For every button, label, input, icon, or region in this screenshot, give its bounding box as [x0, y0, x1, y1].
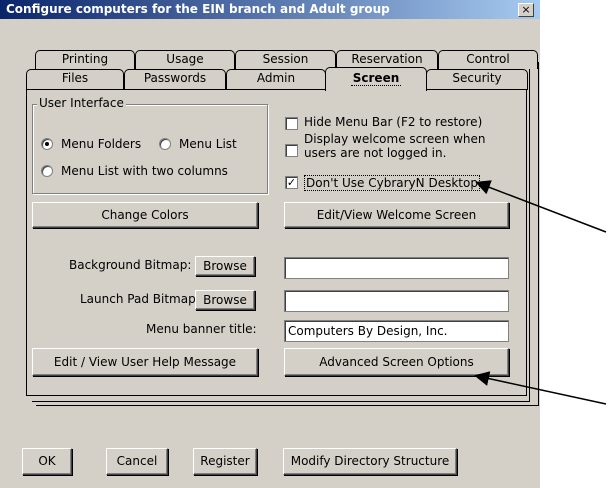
window-title: Configure computers for the EIN branch a… — [0, 0, 540, 19]
edit-user-help-button[interactable]: Edit / View User Help Message — [32, 348, 258, 376]
display-welcome-checkbox[interactable] — [285, 144, 298, 157]
menu-list-label[interactable]: Menu List — [179, 137, 237, 151]
menu-folders-label[interactable]: Menu Folders — [61, 137, 141, 151]
menu-banner-title-input[interactable]: Computers By Design, Inc. — [284, 320, 509, 342]
tab-screen-label: Screen — [350, 71, 402, 86]
advanced-screen-options-button[interactable]: Advanced Screen Options — [284, 348, 509, 376]
dont-use-desktop-label[interactable]: Don't Use CybraryN Desktop — [304, 175, 480, 191]
menu-list-radio[interactable] — [159, 138, 171, 150]
display-welcome-label-line1[interactable]: Display welcome screen when — [304, 132, 486, 146]
background-bitmap-label: Background Bitmap: — [69, 258, 192, 272]
background-bitmap-input[interactable] — [284, 257, 509, 279]
edit-welcome-screen-button[interactable]: Edit/View Welcome Screen — [284, 202, 509, 228]
close-icon[interactable]: × — [518, 3, 534, 17]
hide-menu-bar-checkbox[interactable] — [285, 117, 298, 130]
configure-dialog: Configure computers for the EIN branch a… — [0, 0, 540, 488]
menu-list-two-columns-label[interactable]: Menu List with two columns — [61, 164, 228, 178]
browse-background-button[interactable]: Browse — [195, 256, 255, 276]
launch-pad-bitmap-label: Launch Pad Bitmap: — [80, 292, 200, 306]
tab-files[interactable]: Files — [26, 69, 124, 90]
tab-screen[interactable]: Screen — [325, 67, 427, 91]
user-interface-group-label: User Interface — [37, 96, 126, 110]
launch-pad-bitmap-input[interactable] — [284, 290, 509, 312]
cancel-button[interactable]: Cancel — [106, 448, 168, 475]
tab-passwords[interactable]: Passwords — [124, 69, 226, 90]
menu-list-two-columns-radio[interactable] — [41, 165, 53, 177]
tab-session[interactable]: Session — [235, 50, 336, 69]
tab-printing[interactable]: Printing — [35, 50, 135, 69]
menu-banner-title-label: Menu banner title: — [146, 322, 257, 336]
ok-button[interactable]: OK — [22, 448, 72, 475]
register-button[interactable]: Register — [193, 448, 257, 475]
tab-usage[interactable]: Usage — [135, 50, 235, 69]
tab-admin[interactable]: Admin — [226, 69, 326, 90]
change-colors-button[interactable]: Change Colors — [32, 202, 258, 228]
modify-directory-structure-button[interactable]: Modify Directory Structure — [283, 448, 457, 475]
tab-control[interactable]: Control — [438, 50, 538, 69]
display-welcome-label-line2[interactable]: users are not logged in. — [304, 146, 446, 160]
menu-folders-radio[interactable] — [41, 138, 53, 150]
tab-security[interactable]: Security — [426, 69, 528, 90]
hide-menu-bar-label[interactable]: Hide Menu Bar (F2 to restore) — [304, 115, 482, 129]
dont-use-desktop-checkbox[interactable]: ✓ — [285, 176, 298, 189]
browse-launch-pad-button[interactable]: Browse — [195, 290, 255, 310]
